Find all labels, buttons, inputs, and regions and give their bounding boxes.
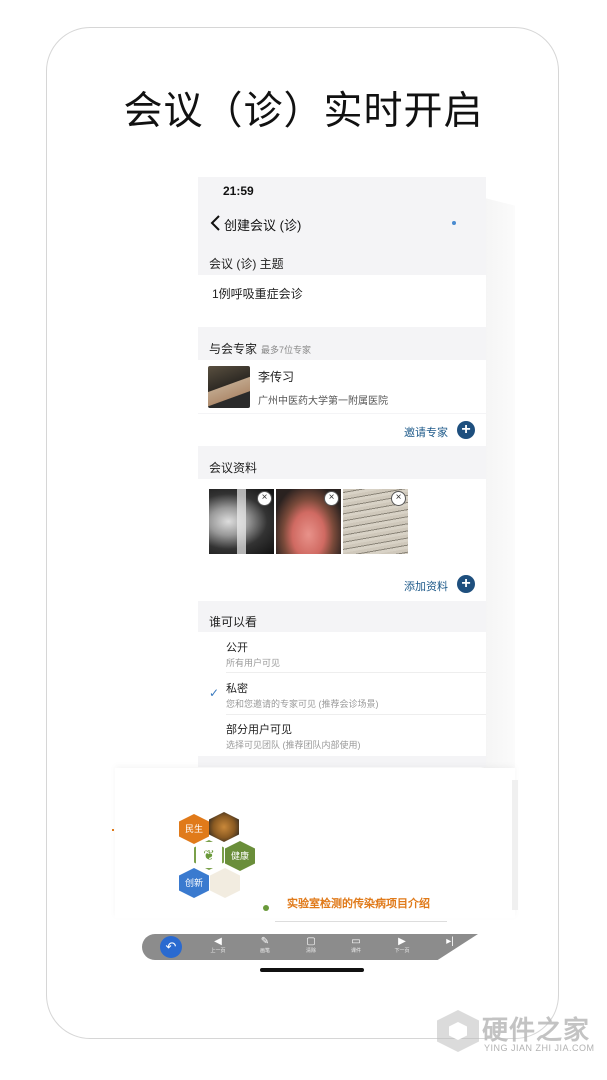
divider xyxy=(226,672,486,673)
sprout-icon: ❦ xyxy=(203,847,215,863)
thumbnail-tongue-photo[interactable]: × xyxy=(276,489,341,554)
play-end-icon: ▸| xyxy=(446,936,454,947)
option-desc: 所有用户可见 xyxy=(226,658,281,668)
prev-page-button[interactable]: ◀ 上一页 xyxy=(206,936,230,954)
clear-button[interactable]: ▢ 清除 xyxy=(299,936,323,954)
watermark-subtext: YING JIAN ZHI JIA.COM xyxy=(484,1043,595,1053)
remove-icon[interactable]: × xyxy=(324,491,339,506)
thumbnail-chest-xray[interactable]: × xyxy=(209,489,274,554)
materials-section-label: 会议资料 xyxy=(209,461,258,475)
thumbnail-document-photo[interactable]: × xyxy=(343,489,408,554)
phone-screen: 21:59 创建会议 (诊) 会议 (诊) 主题 1例呼吸重症会诊 与会专家 最多… xyxy=(198,177,486,767)
topic-section-label: 会议 (诊) 主题 xyxy=(209,257,284,271)
next-page-button[interactable]: ▶ 下一页 xyxy=(390,936,414,954)
experts-section-label: 与会专家 最多7位专家 xyxy=(209,340,311,357)
bullet-dot xyxy=(263,905,269,911)
nav-indicator xyxy=(452,221,456,225)
add-material-button[interactable]: 添加资料 xyxy=(404,578,448,594)
trash-icon: ▢ xyxy=(306,936,316,947)
arrow-right-icon: ▶ xyxy=(398,936,406,947)
expert-name: 李传习 xyxy=(258,370,295,384)
topic-value: 1例呼吸重症会诊 xyxy=(212,287,303,301)
nav-bar: 创建会议 (诊) xyxy=(198,207,486,239)
courseware-button[interactable]: ▭ 课件 xyxy=(344,936,368,954)
slide-edge xyxy=(512,780,518,910)
invite-plus-icon[interactable]: + xyxy=(457,421,475,439)
pen-label: 画笔 xyxy=(259,948,270,954)
decor-dot xyxy=(112,829,114,831)
visibility-section-label: 谁可以看 xyxy=(209,615,258,629)
prev-page-label: 上一页 xyxy=(210,948,226,954)
watermark-text: 硬件之家 xyxy=(482,1015,591,1045)
invite-expert-button[interactable]: 邀请专家 xyxy=(404,424,448,440)
courseware-label: 课件 xyxy=(350,948,361,954)
experts-limit: 最多7位专家 xyxy=(261,345,312,355)
option-title: 公开 xyxy=(226,642,248,654)
page-title: 创建会议 (诊) xyxy=(224,218,302,233)
clear-label: 清除 xyxy=(305,948,316,954)
checkmark-icon: ✓ xyxy=(209,686,220,700)
slide-title: 实验室检测的传染病项目介绍 xyxy=(287,898,430,910)
option-title: 部分用户可见 xyxy=(226,724,292,736)
visibility-options: 公开 所有用户可见 ✓ 私密 您和您邀请的专家可见 (推荐会诊场景) 部分用户可… xyxy=(198,632,486,756)
headline: 会议（诊）实时开启 xyxy=(123,89,484,134)
invite-row: 邀请专家 + xyxy=(198,414,486,446)
status-time: 21:59 xyxy=(223,184,254,198)
add-plus-icon[interactable]: + xyxy=(457,575,475,593)
arrow-left-icon: ◀ xyxy=(214,936,222,947)
pen-icon: ✎ xyxy=(260,936,270,947)
option-title: 私密 xyxy=(226,683,248,695)
option-desc: 选择可见团队 (推荐团队内部使用) xyxy=(226,740,361,750)
home-indicator xyxy=(260,968,364,972)
more-button[interactable]: ▸| xyxy=(438,936,462,948)
remove-icon[interactable]: × xyxy=(391,491,406,506)
undo-icon[interactable]: ↶ xyxy=(160,936,182,958)
avatar xyxy=(208,366,250,408)
experts-label: 与会专家 xyxy=(209,342,258,356)
expert-hospital: 广州中医药大学第一附属医院 xyxy=(258,396,388,407)
topic-field[interactable]: 1例呼吸重症会诊 xyxy=(198,275,486,327)
slide-divider xyxy=(275,921,447,922)
option-desc: 您和您邀请的专家可见 (推荐会诊场景) xyxy=(226,699,379,709)
materials-panel: × × × 添加资料 + xyxy=(198,479,486,601)
folder-icon: ▭ xyxy=(351,936,361,947)
remove-icon[interactable]: × xyxy=(257,491,272,506)
next-page-label: 下一页 xyxy=(394,948,410,954)
expert-row[interactable]: 李传习 广州中医药大学第一附属医院 xyxy=(198,360,486,413)
divider xyxy=(226,714,486,715)
chevron-left-icon[interactable] xyxy=(208,214,224,232)
pen-button[interactable]: ✎ 画笔 xyxy=(253,936,277,954)
